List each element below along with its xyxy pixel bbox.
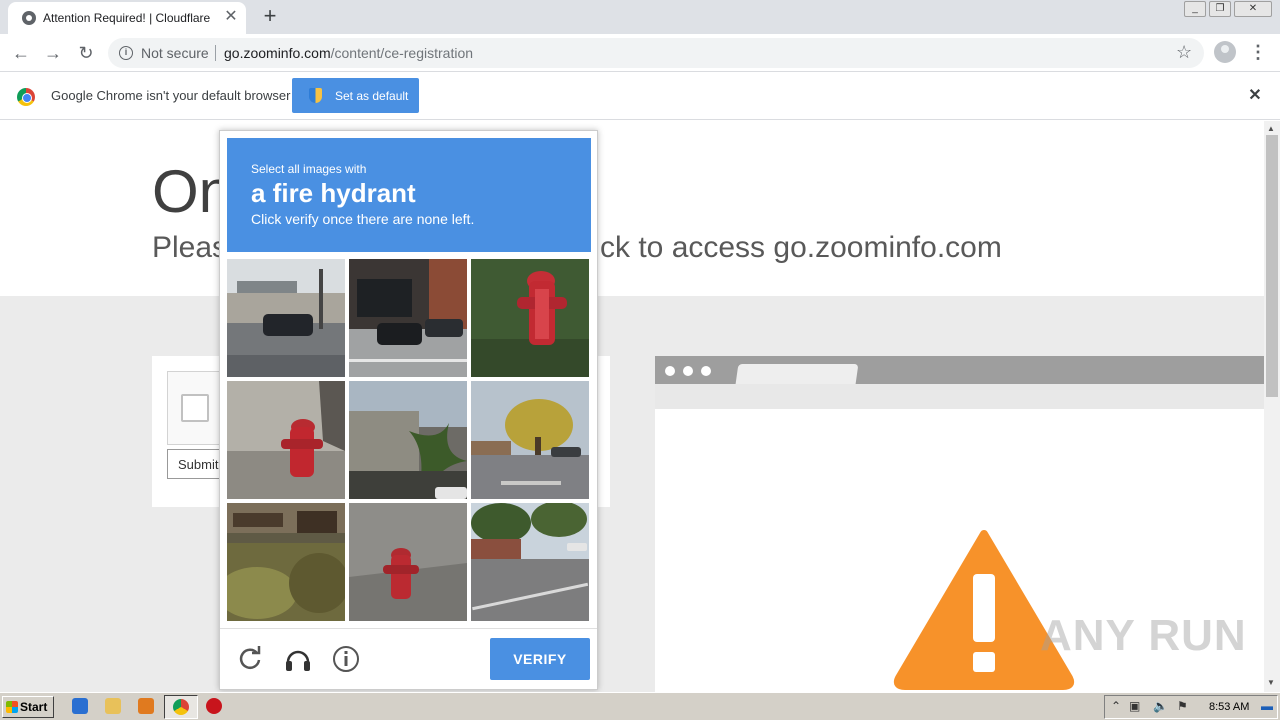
window-close-button[interactable]: ✕ <box>1234 1 1272 17</box>
page-header-area: On Pleas ck to access go.zoominfo.com <box>0 121 1264 296</box>
internet-explorer-icon[interactable] <box>72 698 88 714</box>
captcha-checkbox[interactable] <box>181 394 209 422</box>
infobar-message: Google Chrome isn't your default browser <box>51 88 291 103</box>
system-tray: ⌃ ▣ 🔈 ⚑ 8:53 AM ▬ <box>1104 695 1278 719</box>
default-browser-infobar: Google Chrome isn't your default browser… <box>0 72 1280 120</box>
mock-dot <box>665 366 675 376</box>
profile-avatar-icon[interactable] <box>1214 41 1236 63</box>
scroll-down-arrow-icon[interactable]: ▼ <box>1267 678 1275 687</box>
tile-wooded-hillside[interactable] <box>227 503 345 621</box>
show-desktop-icon[interactable]: ▬ <box>1261 699 1273 713</box>
challenge-hint: Click verify once there are none left. <box>251 211 475 227</box>
vertical-scrollbar[interactable]: ▲ ▼ <box>1264 121 1280 692</box>
volume-icon[interactable]: 🔈 <box>1153 699 1168 713</box>
close-icon[interactable]: ✕ <box>1245 86 1265 106</box>
network-icon[interactable]: ▣ <box>1129 699 1140 713</box>
scroll-thumb[interactable] <box>1266 135 1278 397</box>
recaptcha-challenge: Select all images with a fire hydrant Cl… <box>219 130 598 690</box>
reload-icon[interactable] <box>235 644 265 674</box>
globe-icon <box>22 11 36 25</box>
media-player-icon[interactable] <box>138 698 154 714</box>
forward-arrow-icon[interactable]: → <box>41 41 65 65</box>
page-content: On Pleas ck to access go.zoominfo.com Su… <box>0 121 1264 692</box>
chrome-logo-icon <box>17 88 35 106</box>
set-as-default-button[interactable]: Set as default <box>292 78 419 113</box>
browser-illustration: ANY RUN <box>655 356 1264 692</box>
page-subtitle-continued: ck to access go.zoominfo.com <box>600 231 1002 264</box>
anyrun-watermark: ANY RUN <box>1040 611 1247 660</box>
chrome-taskbar-button[interactable] <box>164 695 198 719</box>
browser-toolbar: ← → ↻ i Not secure go.zoominfo.com/conte… <box>0 34 1280 72</box>
chevron-up-icon[interactable]: ⌃ <box>1111 699 1121 713</box>
tile-parking-lot-tree[interactable] <box>471 381 589 499</box>
taskbar-clock[interactable]: 8:53 AM <box>1209 701 1249 713</box>
tab-strip: Attention Required! | Cloudflare ✕ + _ ❐… <box>0 0 1280 34</box>
info-icon[interactable]: i <box>119 46 133 60</box>
tab-title: Attention Required! | Cloudflare <box>43 11 211 25</box>
bookmark-star-icon[interactable]: ☆ <box>1176 42 1192 63</box>
tile-palm-trees-building[interactable] <box>349 381 467 499</box>
reload-icon[interactable]: ↻ <box>74 41 98 65</box>
challenge-instruction: Select all images with <box>251 162 367 176</box>
tile-street-intersection-car[interactable] <box>227 259 345 377</box>
security-label[interactable]: Not secure <box>141 45 209 61</box>
scroll-up-arrow-icon[interactable]: ▲ <box>1267 124 1275 133</box>
image-grid <box>227 259 591 623</box>
uac-shield-icon <box>309 88 322 103</box>
start-label: Start <box>20 700 48 714</box>
url-text[interactable]: go.zoominfo.com/content/ce-registration <box>224 45 473 61</box>
new-tab-button[interactable]: + <box>258 4 282 28</box>
url-path: /content/ce-registration <box>330 45 474 61</box>
tile-street-with-trees[interactable] <box>471 503 589 621</box>
mock-titlebar <box>655 356 1264 384</box>
audio-icon[interactable] <box>283 644 313 674</box>
set-as-default-label: Set as default <box>335 89 409 103</box>
flag-icon[interactable]: ⚑ <box>1177 699 1188 713</box>
challenge-footer: VERIFY <box>220 628 597 690</box>
kebab-menu-icon[interactable]: ⋮ <box>1248 40 1268 64</box>
browser-tab[interactable]: Attention Required! | Cloudflare ✕ <box>8 2 246 34</box>
close-icon[interactable]: ✕ <box>222 8 240 26</box>
verify-button[interactable]: VERIFY <box>490 638 590 680</box>
tile-fire-hydrant-grass[interactable] <box>471 259 589 377</box>
challenge-header: Select all images with a fire hydrant Cl… <box>227 138 591 252</box>
recaptcha-anchor <box>167 371 227 445</box>
info-icon[interactable] <box>331 644 361 674</box>
start-button[interactable]: Start <box>2 696 54 718</box>
warning-icon <box>893 530 1075 690</box>
challenge-target: a fire hydrant <box>251 178 416 208</box>
divider <box>215 45 216 61</box>
mock-tab <box>735 364 859 384</box>
back-arrow-icon[interactable]: ← <box>9 41 33 65</box>
folder-icon[interactable] <box>105 698 121 714</box>
tile-fire-hydrant-gravel[interactable] <box>227 381 345 499</box>
url-domain: go.zoominfo.com <box>224 45 331 61</box>
windows-taskbar: Start ⌃ ▣ 🔈 ⚑ 8:53 AM ▬ <box>0 692 1280 720</box>
chrome-icon <box>173 699 189 715</box>
page-subtitle: Pleas <box>152 231 228 264</box>
restore-button[interactable]: ❐ <box>1209 1 1231 17</box>
mock-dot <box>701 366 711 376</box>
mock-dot <box>683 366 693 376</box>
windows-logo-icon <box>6 701 18 713</box>
stop-icon[interactable] <box>206 698 222 714</box>
tile-storefront-parked-cars[interactable] <box>349 259 467 377</box>
mock-toolbar <box>655 384 1264 409</box>
address-bar[interactable]: i Not secure go.zoominfo.com/content/ce-… <box>108 38 1204 68</box>
tile-fire-hydrant-sidewalk[interactable] <box>349 503 467 621</box>
minimize-button[interactable]: _ <box>1184 1 1206 17</box>
